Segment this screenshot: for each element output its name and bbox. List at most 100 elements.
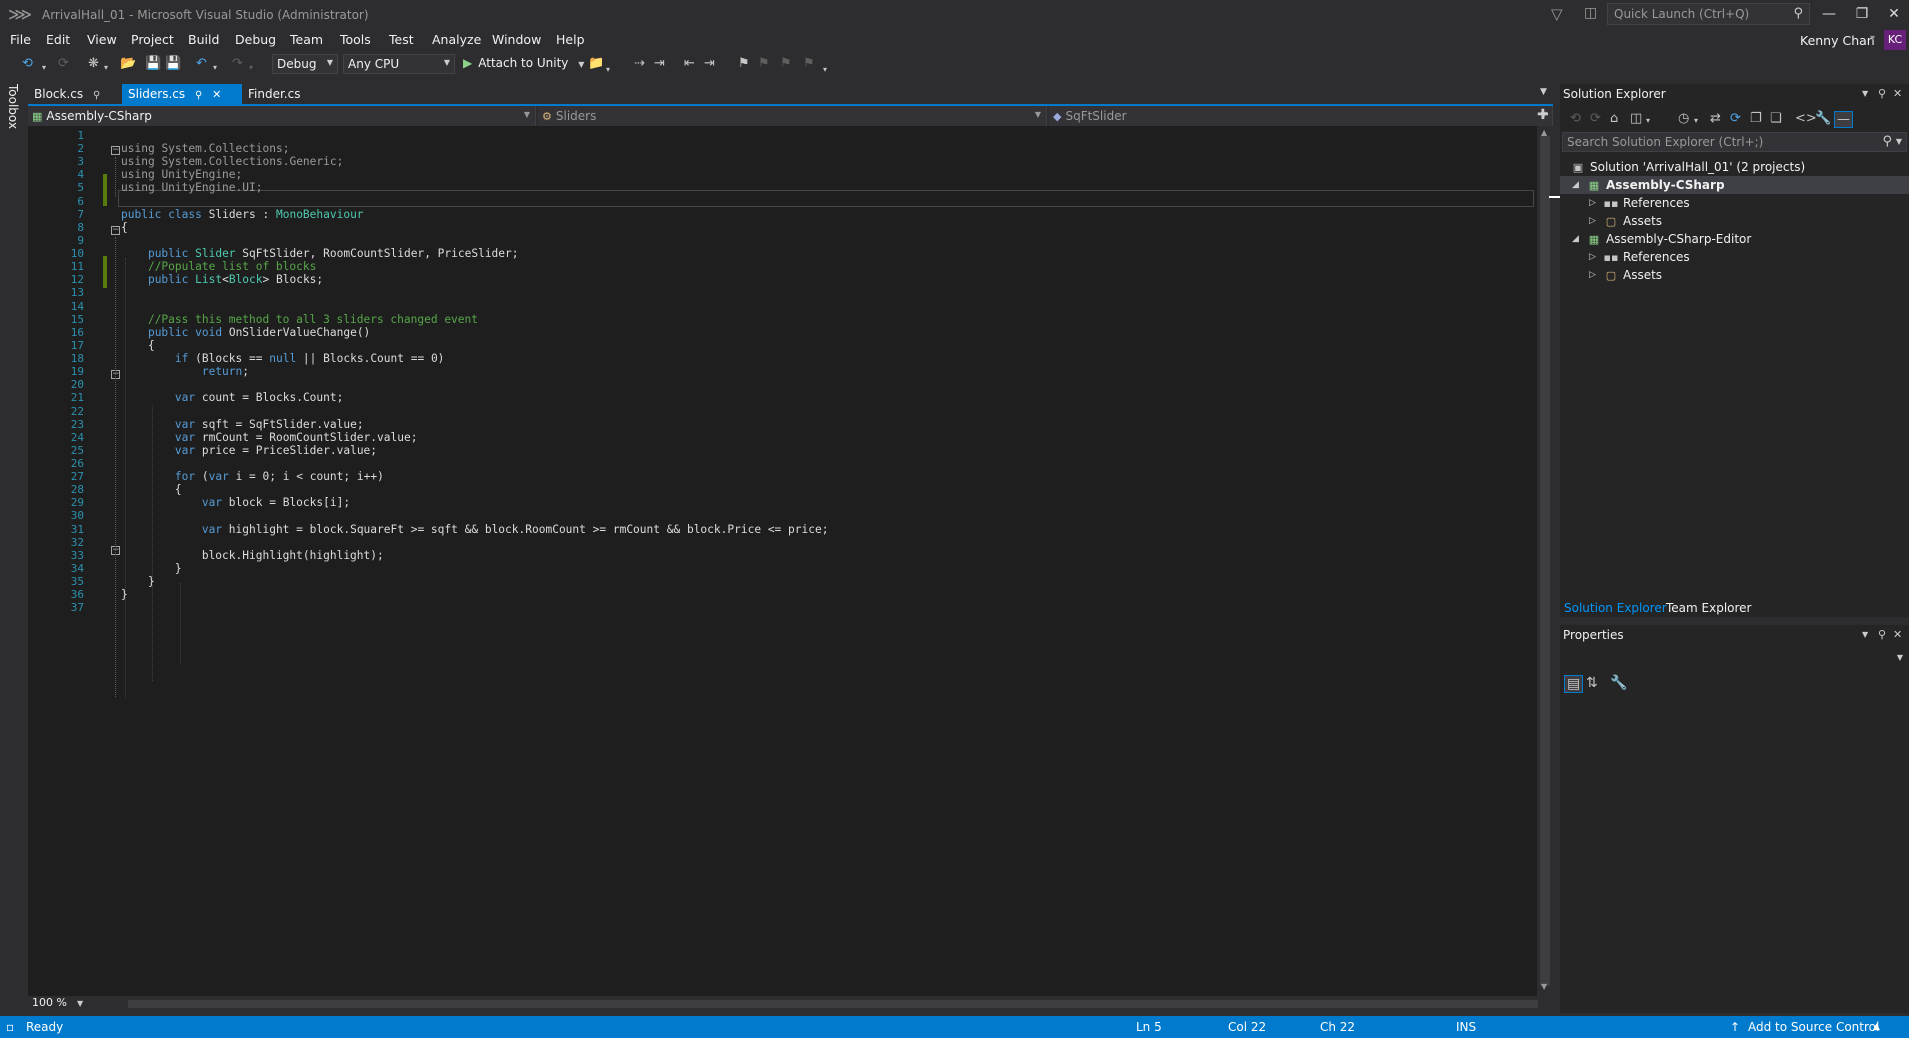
toolbox-tab[interactable]: Toolbox bbox=[6, 84, 20, 129]
redo-icon[interactable]: ↷ bbox=[232, 56, 243, 72]
property-pages-icon[interactable]: 🔧 bbox=[1610, 675, 1627, 691]
show-all-files-icon[interactable]: ❏ bbox=[1770, 111, 1782, 126]
upload-icon[interactable]: ↑ bbox=[1730, 1020, 1740, 1034]
tab-block-cs[interactable]: Block.cs ⚲ bbox=[28, 84, 116, 104]
collapsed-icon[interactable]: ▷ bbox=[1589, 266, 1596, 284]
quick-launch-input[interactable]: Quick Launch (Ctrl+Q) ⚲ bbox=[1607, 3, 1810, 25]
chevron-up-icon[interactable]: ▲ bbox=[1873, 1022, 1880, 1032]
expanded-icon[interactable]: ◢ bbox=[1572, 230, 1579, 248]
view-code-icon[interactable]: <> bbox=[1795, 111, 1817, 126]
chevron-down-icon[interactable]: ▾ bbox=[213, 60, 217, 76]
indent-icon[interactable]: ⇥ bbox=[704, 56, 715, 72]
tree-item-assembly-csharp[interactable]: ◢ ▦ Assembly-CSharp bbox=[1560, 176, 1909, 194]
type-dropdown[interactable]: ⚙ Sliders ▼ bbox=[538, 106, 1047, 126]
menu-tools[interactable]: Tools bbox=[340, 32, 371, 47]
collapse-all-icon[interactable]: ❐ bbox=[1750, 111, 1762, 126]
pending-changes-filter-icon[interactable]: ◷ bbox=[1678, 111, 1689, 126]
menu-project[interactable]: Project bbox=[131, 32, 174, 47]
collapse-icon[interactable]: − bbox=[111, 226, 120, 235]
pin-icon[interactable]: ⚲ bbox=[195, 90, 202, 101]
overflow-icon[interactable]: ▾ bbox=[606, 62, 610, 78]
preview-selected-items-icon[interactable]: — bbox=[1834, 111, 1853, 128]
close-icon[interactable]: ✕ bbox=[212, 88, 221, 101]
expanded-icon[interactable]: ◢ bbox=[1572, 176, 1579, 194]
minimize-button[interactable]: — bbox=[1816, 3, 1842, 25]
collapsed-icon[interactable]: ▷ bbox=[1589, 194, 1596, 212]
add-to-source-control-button[interactable]: Add to Source Control bbox=[1748, 1020, 1879, 1034]
open-file-icon[interactable]: 📂 bbox=[120, 56, 136, 72]
object-selector-dropdown[interactable]: ▼ bbox=[1897, 653, 1903, 662]
chevron-down-icon[interactable]: ▾ bbox=[104, 60, 108, 76]
bookmark-icon[interactable]: ⚑ bbox=[738, 56, 750, 72]
scroll-thumb[interactable] bbox=[1540, 136, 1550, 986]
tab-team-explorer[interactable]: Team Explorer bbox=[1666, 601, 1752, 615]
forward-icon[interactable]: ⟳ bbox=[1590, 111, 1601, 126]
properties-icon[interactable]: 🔧 bbox=[1815, 111, 1831, 126]
tree-item-assets[interactable]: ▷ ▢ Assets bbox=[1560, 266, 1909, 284]
chevron-down-icon[interactable]: ▾ bbox=[1694, 116, 1698, 125]
find-in-files-icon[interactable]: 📁 bbox=[588, 56, 604, 72]
filter-icon[interactable]: ▽ bbox=[1551, 5, 1563, 23]
sync-icon[interactable]: ⇄ bbox=[1710, 111, 1721, 126]
step-into-icon[interactable]: ⇢ bbox=[634, 56, 645, 72]
tree-item-references[interactable]: ▷ ▪▪ References bbox=[1560, 194, 1909, 212]
chevron-down-icon[interactable]: ▾ bbox=[1646, 116, 1650, 125]
search-solution-explorer-input[interactable]: Search Solution Explorer (Ctrl+;) ⚲ ▼ bbox=[1562, 132, 1907, 152]
close-icon[interactable]: ✕ bbox=[1893, 87, 1902, 100]
close-icon[interactable]: ✕ bbox=[1893, 628, 1902, 641]
undo-icon[interactable]: ↶ bbox=[196, 56, 207, 72]
step-over-icon[interactable]: ⇥ bbox=[654, 56, 665, 72]
project-dropdown[interactable]: ▦ Assembly-CSharp ▼ bbox=[28, 106, 536, 126]
scroll-down-icon[interactable]: ▼ bbox=[1541, 982, 1547, 991]
menu-window[interactable]: Window bbox=[492, 32, 541, 47]
horizontal-scroll-thumb[interactable] bbox=[128, 1000, 1538, 1008]
menu-file[interactable]: File bbox=[10, 32, 31, 47]
tab-sliders-cs[interactable]: Sliders.cs ⚲ ✕ bbox=[122, 84, 242, 104]
pin-icon[interactable]: ⚲ bbox=[93, 90, 100, 101]
navigate-forward-icon[interactable]: ⟳ bbox=[58, 56, 69, 72]
switch-views-icon[interactable]: ◫ bbox=[1630, 111, 1642, 126]
feedback-icon[interactable]: ◫ bbox=[1584, 5, 1597, 21]
alphabetical-icon[interactable]: ⇅ bbox=[1586, 675, 1598, 691]
refresh-icon[interactable]: ⟳ bbox=[1730, 111, 1741, 126]
new-project-icon[interactable]: ❋ bbox=[88, 56, 99, 72]
collapse-icon[interactable]: − bbox=[111, 146, 120, 155]
tab-solution-explorer[interactable]: Solution Explorer bbox=[1564, 601, 1667, 615]
menu-analyze[interactable]: Analyze bbox=[432, 32, 481, 47]
attach-to-unity-button[interactable]: ▶ Attach to Unity ▼ bbox=[463, 56, 584, 70]
outdent-icon[interactable]: ⇤ bbox=[684, 56, 695, 72]
home-icon[interactable]: ⌂ bbox=[1610, 111, 1618, 126]
tab-overflow-icon[interactable]: ▼ bbox=[1540, 87, 1547, 97]
save-all-icon[interactable]: 💾 bbox=[165, 56, 181, 72]
clear-bookmarks-icon[interactable]: ⚑ bbox=[803, 56, 815, 72]
editor-vertical-scrollbar[interactable]: ▲ ▼ bbox=[1537, 126, 1565, 996]
avatar[interactable]: KC bbox=[1884, 30, 1906, 50]
categorized-icon[interactable]: ▤ bbox=[1564, 675, 1584, 693]
window-position-icon[interactable]: ▼ bbox=[1862, 89, 1868, 98]
menu-help[interactable]: Help bbox=[556, 32, 585, 47]
split-editor-icon[interactable]: ✚ bbox=[1537, 107, 1549, 123]
user-name[interactable]: Kenny Chan bbox=[1800, 33, 1875, 48]
zoom-dropdown[interactable]: 100 % ▼ bbox=[32, 996, 83, 1009]
back-icon[interactable]: ⟲ bbox=[1570, 111, 1581, 126]
member-dropdown[interactable]: ◆ SqFtSlider ▼ bbox=[1049, 106, 1553, 126]
maximize-button[interactable]: ❐ bbox=[1849, 3, 1875, 25]
close-window-button[interactable]: ✕ bbox=[1881, 3, 1907, 25]
collapsed-icon[interactable]: ▷ bbox=[1589, 212, 1596, 230]
pin-icon[interactable]: ⚲ bbox=[1878, 87, 1886, 100]
chevron-down-icon[interactable]: ▼ bbox=[1896, 137, 1902, 146]
configuration-dropdown[interactable]: Debug ▼ bbox=[272, 54, 338, 74]
tab-finder-cs[interactable]: Finder.cs bbox=[242, 84, 322, 104]
menu-build[interactable]: Build bbox=[188, 32, 219, 47]
menu-view[interactable]: View bbox=[87, 32, 117, 47]
chevron-down-icon[interactable]: ▾ bbox=[1870, 33, 1875, 44]
chevron-down-icon[interactable]: ▾ bbox=[249, 60, 253, 76]
tree-item-assets[interactable]: ▷ ▢ Assets bbox=[1560, 212, 1909, 230]
window-position-icon[interactable]: ▼ bbox=[1862, 630, 1868, 639]
platform-dropdown[interactable]: Any CPU ▼ bbox=[343, 54, 455, 74]
tree-item-assembly-csharp-editor[interactable]: ◢ ▦ Assembly-CSharp-Editor bbox=[1560, 230, 1909, 248]
previous-bookmark-icon[interactable]: ⚑ bbox=[758, 56, 770, 72]
tree-item-solution[interactable]: ▣ Solution 'ArrivalHall_01' (2 projects) bbox=[1570, 158, 1900, 176]
menu-edit[interactable]: Edit bbox=[46, 32, 70, 47]
next-bookmark-icon[interactable]: ⚑ bbox=[780, 56, 792, 72]
